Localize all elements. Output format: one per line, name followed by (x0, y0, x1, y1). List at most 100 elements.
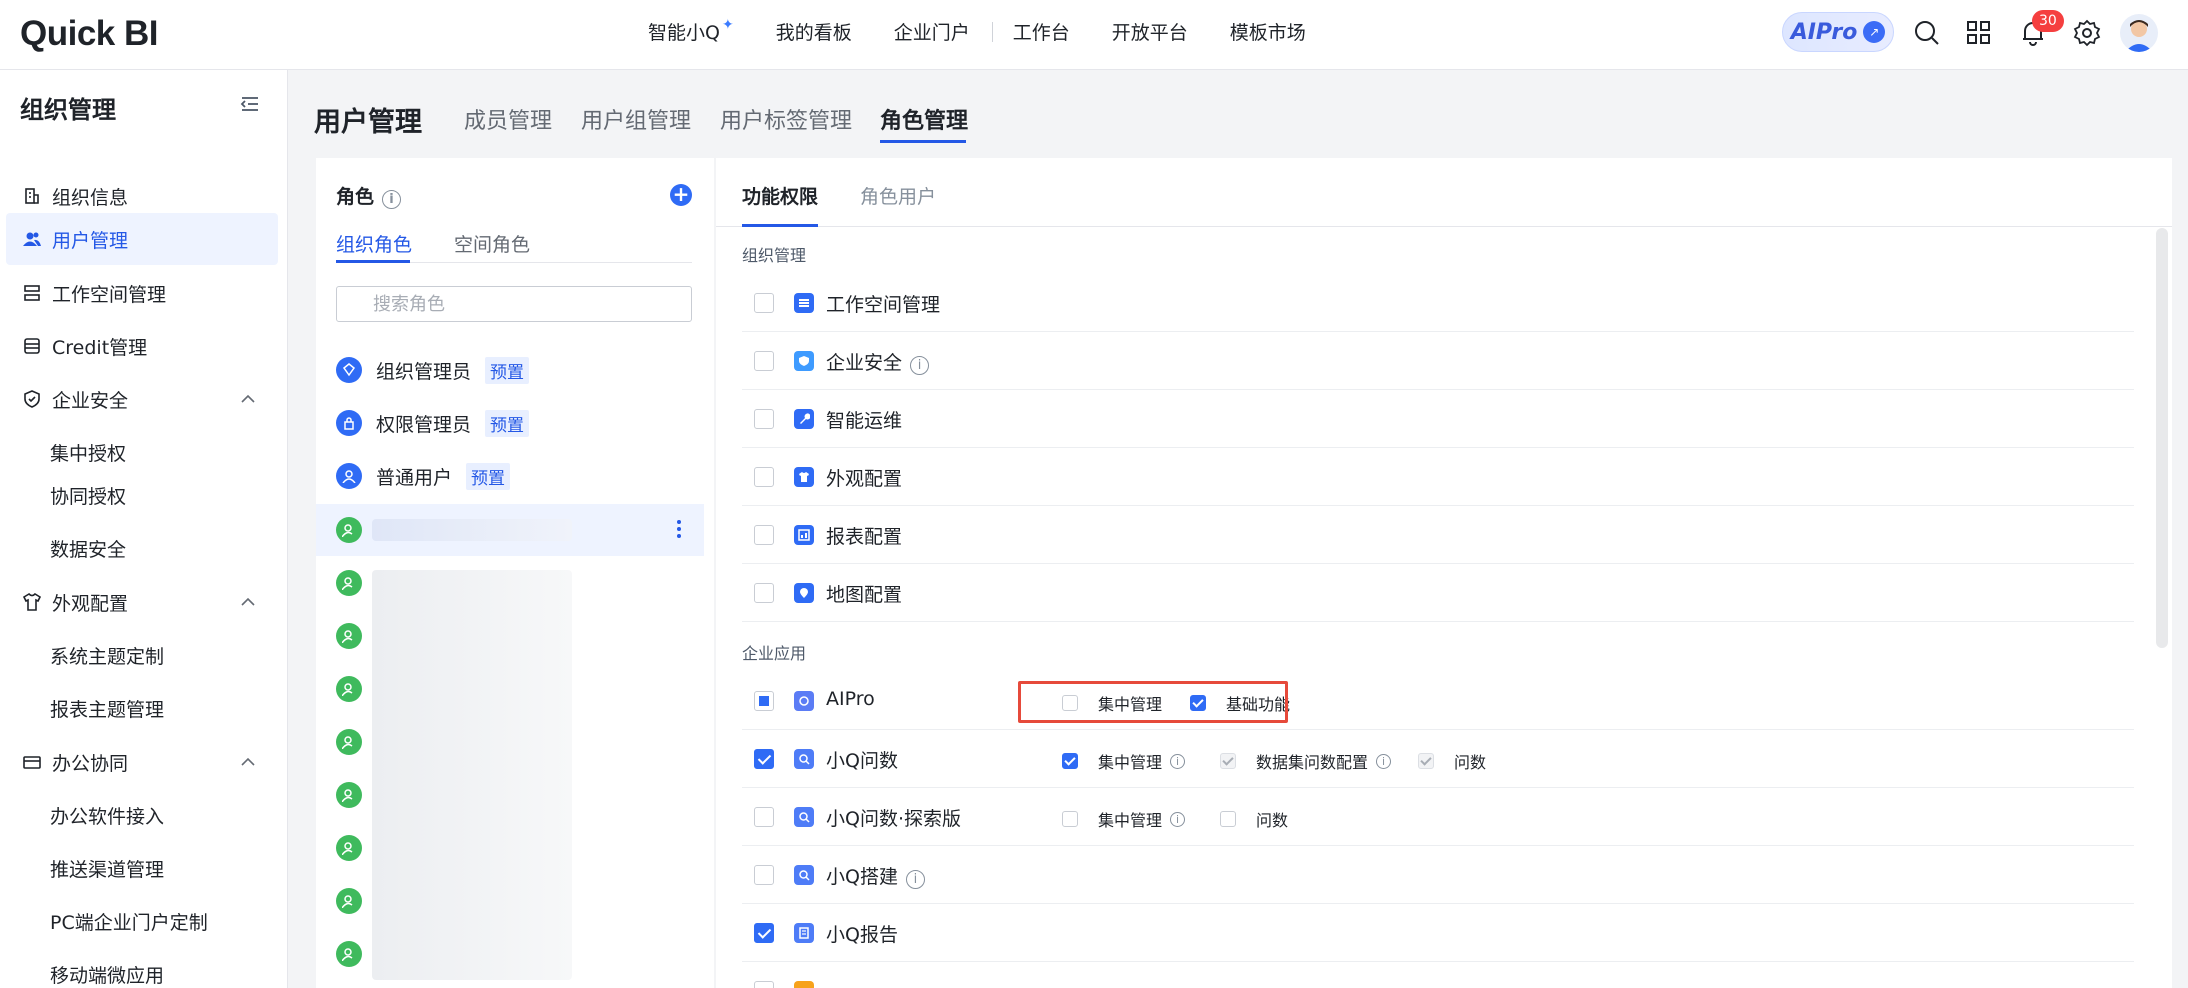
tab-user-tags[interactable]: 用户标签管理 (720, 103, 852, 135)
user-avatar[interactable] (2120, 14, 2158, 52)
sidebar-item-report-theme[interactable]: 报表主题管理 (50, 682, 164, 734)
perm-name: AIPro (826, 688, 875, 710)
role-item-custom[interactable] (316, 928, 704, 980)
sidebar-item-credit-management[interactable]: Credit管理 (6, 320, 278, 372)
nav-smart-q[interactable]: 智能小Q ✦ (648, 17, 734, 45)
role-item-custom[interactable] (316, 822, 704, 874)
shield-icon (24, 390, 40, 408)
info-icon[interactable]: i (910, 356, 930, 375)
info-icon[interactable]: i (1170, 753, 1186, 769)
notification-count-badge: 30 (2032, 10, 2064, 32)
nav-enterprise-portal[interactable]: 企业门户 (894, 18, 970, 45)
role-item-normal-user[interactable]: 普通用户 预置 (316, 450, 704, 502)
sidebar-item-mobile-app[interactable]: 移动端微应用 (50, 948, 164, 988)
perm-checkbox[interactable] (754, 351, 774, 371)
role-item-org-admin[interactable]: 组织管理员 预置 (316, 344, 704, 396)
role-name: 权限管理员 (376, 413, 472, 436)
tab-role-users[interactable]: 角色用户 (860, 182, 936, 209)
nav-workbench[interactable]: 工作台 (1013, 18, 1070, 45)
perm-checkbox[interactable] (754, 293, 774, 313)
perm-row-smart-ops: 智能运维 (742, 390, 2134, 448)
info-icon[interactable]: i (905, 870, 925, 889)
tab-members[interactable]: 成员管理 (464, 103, 552, 135)
info-icon[interactable]: i (1376, 753, 1392, 769)
sidebar-item-user-management[interactable]: 用户管理 (6, 213, 278, 265)
option-checkbox[interactable] (1062, 811, 1078, 827)
perm-name: 小Q问数 (826, 750, 898, 772)
perm-checkbox[interactable] (754, 807, 774, 827)
sidebar-item-label: 企业安全 (52, 389, 129, 412)
perm-checkbox[interactable] (754, 749, 774, 769)
sidebar-item-office-collab[interactable]: 办公协同 (6, 736, 278, 788)
aipro-button[interactable]: AIPro ↗ (1782, 12, 1894, 52)
chevron-up-icon (241, 757, 255, 766)
tab-user-groups[interactable]: 用户组管理 (581, 103, 691, 135)
perm-checkbox[interactable] (754, 525, 774, 545)
tab-roles[interactable]: 角色管理 (880, 103, 968, 135)
collapse-sidebar-icon[interactable] (240, 94, 260, 114)
option-checkbox[interactable] (1062, 753, 1078, 769)
sidebar-item-enterprise-security[interactable]: 企业安全 (6, 373, 278, 425)
sidebar-item-label: 工作空间管理 (52, 283, 167, 306)
option-ask-data[interactable]: 问数 (1220, 807, 1288, 831)
nav-my-dashboards[interactable]: 我的看板 (776, 18, 852, 45)
info-icon[interactable]: i (1170, 811, 1186, 827)
lock-icon (336, 410, 362, 436)
sidebar-item-data-security[interactable]: 数据安全 (50, 522, 126, 574)
perm-checkbox[interactable] (754, 583, 774, 603)
role-item-custom[interactable] (316, 875, 704, 927)
sidebar-item-system-theme[interactable]: 系统主题定制 (50, 629, 164, 681)
sidebar-item-office-software[interactable]: 办公软件接入 (50, 789, 164, 841)
role-item-custom[interactable] (316, 610, 704, 662)
option-central-management[interactable]: 集中管理 i (1062, 749, 1186, 773)
perm-name: 报表配置 (826, 526, 903, 548)
user-edit-icon (336, 782, 362, 808)
sidebar-item-collab-auth[interactable]: 协同授权 (50, 469, 126, 521)
tab-org-roles[interactable]: 组织角色 (336, 230, 412, 257)
role-item-custom[interactable] (316, 716, 704, 768)
role-item-custom[interactable] (316, 663, 704, 715)
sidebar-item-push-channel[interactable]: 推送渠道管理 (50, 842, 164, 894)
users-icon (23, 232, 41, 246)
add-role-button[interactable]: + (670, 184, 692, 206)
nav-open-platform[interactable]: 开放平台 (1112, 18, 1188, 45)
role-search-input[interactable] (336, 286, 692, 322)
sidebar-item-appearance[interactable]: 外观配置 (6, 576, 278, 628)
info-icon[interactable]: i (382, 190, 402, 209)
option-central-management[interactable]: 集中管理 i (1062, 807, 1186, 831)
option-ask-data[interactable]: 问数 (1418, 749, 1486, 773)
perm-checkbox[interactable] (754, 865, 774, 885)
workspace-app-icon (794, 293, 814, 313)
role-item-custom[interactable] (316, 557, 704, 609)
apps-grid-icon[interactable] (1964, 18, 1994, 48)
role-item-custom[interactable] (316, 769, 704, 821)
gear-icon[interactable] (2072, 18, 2102, 48)
perm-checkbox[interactable] (754, 409, 774, 429)
option-checkbox[interactable] (1220, 811, 1236, 827)
perm-checkbox[interactable] (754, 981, 774, 988)
perm-name: 智能运维 (826, 410, 903, 432)
nav-template-market[interactable]: 模板市场 (1230, 18, 1306, 45)
role-item-perm-admin[interactable]: 权限管理员 预置 (316, 397, 704, 449)
preset-tag: 预置 (485, 409, 530, 437)
perm-name: 小Q搭建 i (826, 862, 925, 889)
preset-tag: 预置 (485, 356, 530, 384)
sidebar-item-label: 用户管理 (52, 229, 129, 252)
perm-name: 企业安全 i (826, 348, 930, 375)
sidebar-item-workspace-management[interactable]: 工作空间管理 (6, 267, 278, 319)
perm-checkbox[interactable] (754, 467, 774, 487)
option-dataset-query-config[interactable]: 数据集问数配置 i (1220, 749, 1392, 773)
perm-checkbox[interactable] (754, 923, 774, 943)
quick-bi-logo[interactable]: Quick BI (20, 14, 158, 54)
more-vertical-icon[interactable] (676, 518, 682, 540)
user-icon (336, 463, 362, 489)
chevron-up-icon (241, 394, 255, 403)
search-icon[interactable] (1912, 18, 1942, 48)
sidebar-item-pc-portal[interactable]: PC端企业门户定制 (50, 895, 208, 947)
permission-scrollbar[interactable] (2156, 228, 2168, 648)
role-item-custom-selected[interactable] (316, 504, 704, 556)
tab-space-roles[interactable]: 空间角色 (454, 230, 530, 257)
perm-checkbox-partial[interactable] (754, 691, 774, 711)
user-edit-icon (336, 623, 362, 649)
tab-function-permissions[interactable]: 功能权限 (742, 182, 818, 209)
